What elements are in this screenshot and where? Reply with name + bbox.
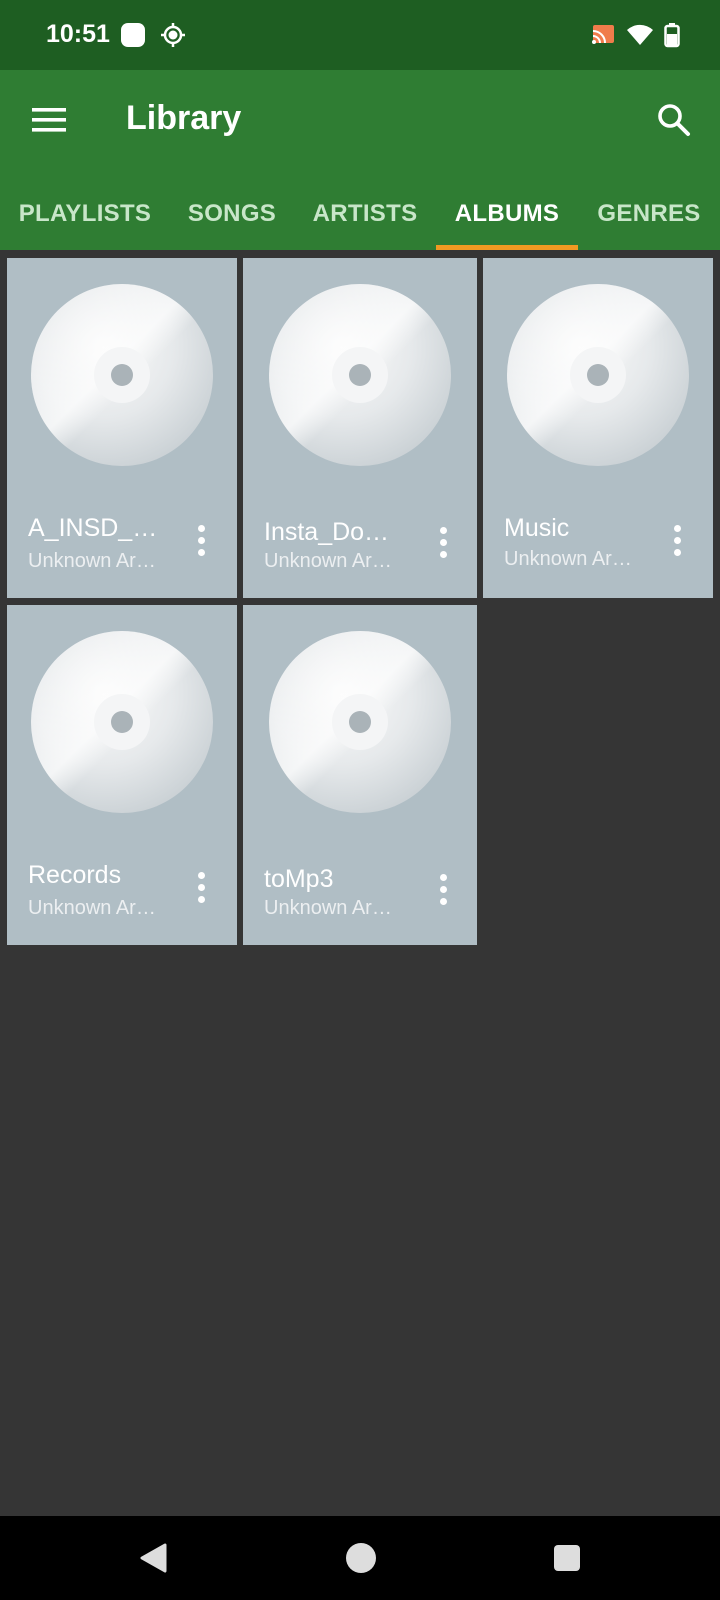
album-title: Insta_Do… — [264, 518, 390, 546]
tab-bar: PLAYLISTS SONGS ARTISTS ALBUMS GENRES — [0, 178, 720, 250]
album-disc-icon — [269, 284, 451, 466]
album-card[interactable]: Records Unknown Ar… — [7, 605, 237, 945]
album-artist: Unknown Ar… — [264, 897, 392, 919]
album-title: Records — [28, 861, 122, 889]
recent-apps-icon[interactable] — [554, 1545, 580, 1571]
battery-icon — [664, 23, 680, 48]
album-title: A_INSD_… — [28, 514, 158, 542]
album-artist: Unknown Ar… — [28, 897, 156, 919]
album-card[interactable]: A_INSD_… Unknown Ar… — [7, 258, 237, 598]
more-options-icon[interactable] — [429, 522, 457, 562]
status-icons-right — [590, 22, 680, 48]
more-options-icon[interactable] — [187, 867, 215, 907]
location-icon — [161, 23, 185, 47]
tab-songs[interactable]: SONGS — [170, 178, 294, 250]
more-options-icon[interactable] — [429, 869, 457, 909]
more-options-icon[interactable] — [663, 520, 691, 560]
cast-icon — [592, 25, 614, 44]
tab-albums[interactable]: ALBUMS — [436, 178, 578, 250]
album-disc-icon — [269, 631, 451, 813]
home-icon[interactable] — [346, 1543, 376, 1573]
more-options-icon[interactable] — [187, 520, 215, 560]
album-artist: Unknown Ar… — [504, 548, 632, 570]
tab-artists[interactable]: ARTISTS — [294, 178, 436, 250]
album-card[interactable]: toMp3 Unknown Ar… — [243, 605, 477, 945]
page-title: Library — [126, 99, 242, 137]
status-bar: 10:51 — [0, 0, 720, 70]
album-title: toMp3 — [264, 865, 334, 893]
album-card[interactable]: Insta_Do… Unknown Ar… — [243, 258, 477, 598]
notification-app-icon — [121, 23, 145, 47]
album-artist: Unknown Ar… — [28, 550, 156, 572]
album-title: Music — [504, 514, 570, 542]
menu-icon[interactable] — [28, 100, 72, 144]
system-nav-bar — [0, 1516, 720, 1600]
search-icon[interactable] — [652, 98, 696, 142]
album-disc-icon — [507, 284, 689, 466]
album-disc-icon — [31, 284, 213, 466]
wifi-icon — [627, 24, 653, 45]
app-bar: Library PLAYLISTS SONGS ARTISTS ALBUMS G… — [0, 70, 720, 250]
album-card[interactable]: Music Unknown Ar… — [483, 258, 713, 598]
back-icon[interactable] — [138, 1542, 168, 1574]
tab-playlists[interactable]: PLAYLISTS — [0, 178, 170, 250]
status-time: 10:51 — [46, 20, 110, 48]
album-disc-icon — [31, 631, 213, 813]
tab-indicator — [436, 245, 578, 250]
album-artist: Unknown Ar… — [264, 550, 392, 572]
tab-genres[interactable]: GENRES — [578, 178, 720, 250]
status-icons-left — [120, 22, 186, 48]
